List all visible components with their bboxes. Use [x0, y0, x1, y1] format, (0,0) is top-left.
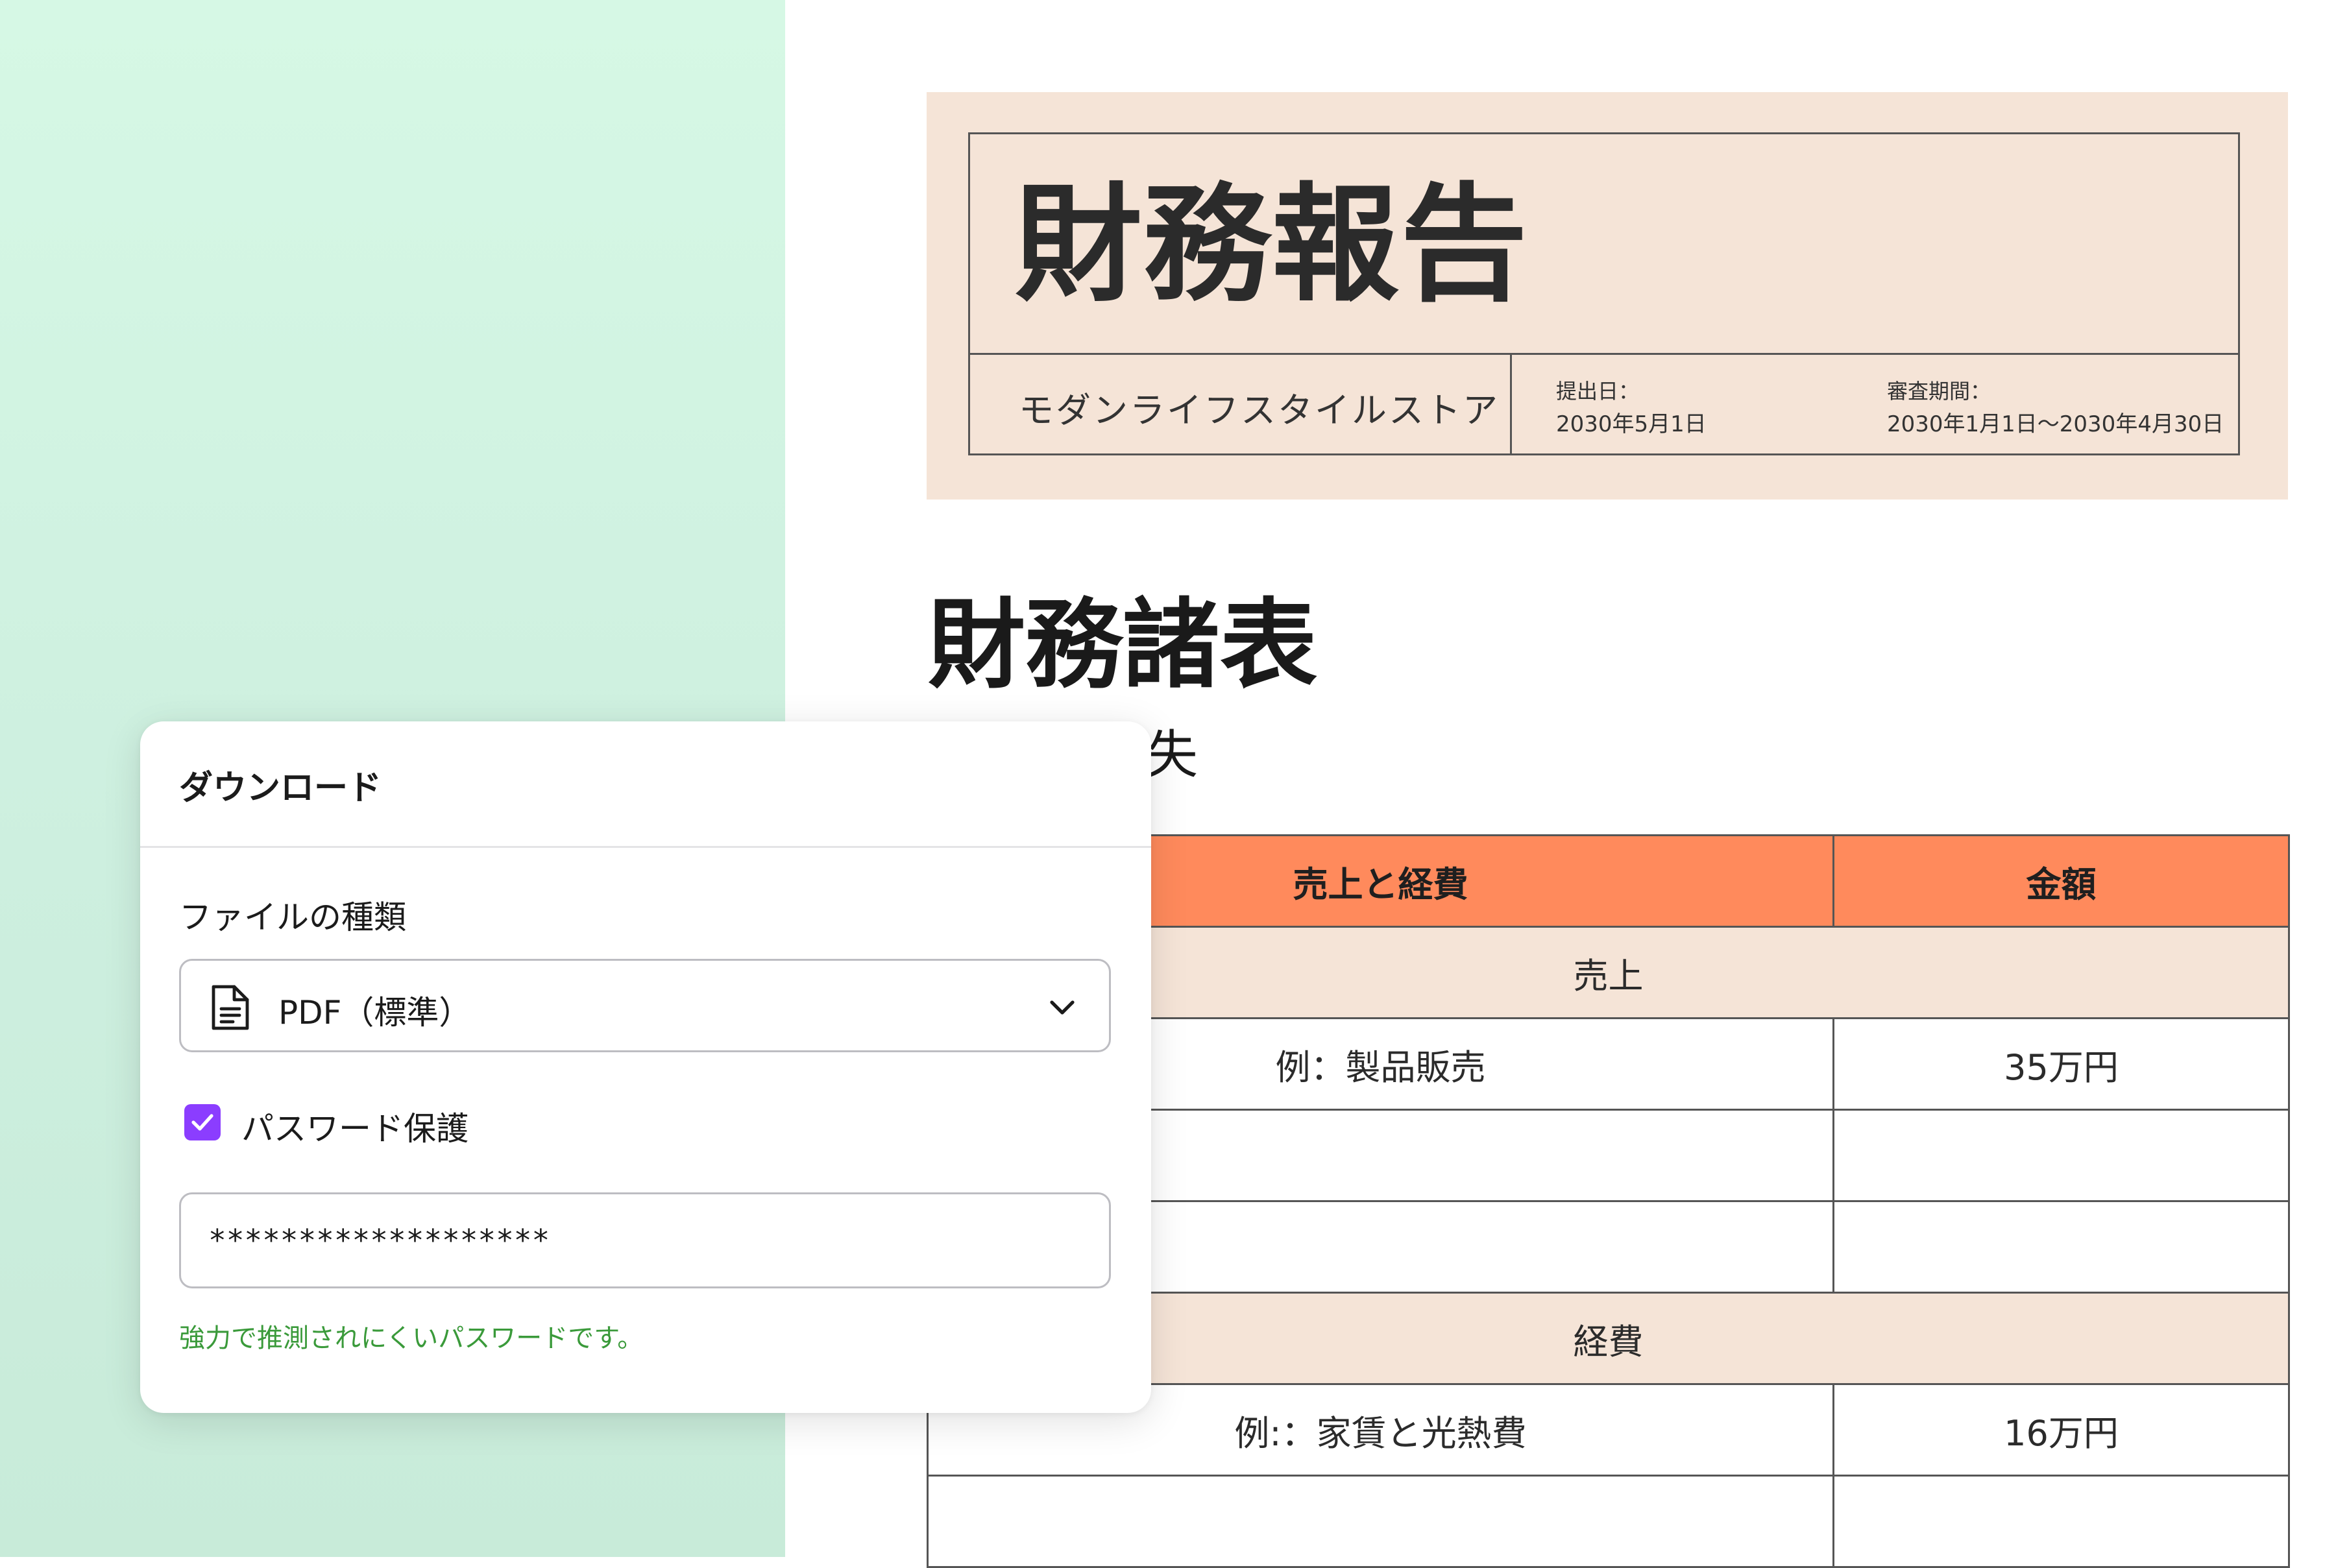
banner-divider-horizontal [968, 353, 2240, 355]
table-row [927, 1475, 2290, 1568]
file-type-label: ファイルの種類 [179, 899, 406, 936]
password-protect-label: パスワード保護 [241, 1110, 468, 1148]
banner-divider-vertical [1510, 353, 1512, 455]
submission-date-value: 2030年5月1日 [1556, 411, 1707, 437]
document-icon [210, 983, 251, 1032]
download-dialog: ダウンロード ファイルの種類 PDF（標準） パスワード保護 *********… [140, 721, 1151, 1413]
chevron-down-icon[interactable] [1048, 996, 1077, 1019]
review-period-label: 審査期間： [1887, 379, 1991, 404]
review-period-value: 2030年1月1日〜2030年4月30日 [1887, 411, 2224, 437]
table-cell-item [927, 1475, 1834, 1568]
file-type-select[interactable]: PDF（標準） [179, 959, 1111, 1052]
file-type-value: PDF（標準） [278, 994, 472, 1031]
table-cell-amount [1832, 1109, 2290, 1202]
table-cell-amount [1832, 1200, 2290, 1294]
table-cell-amount [1832, 1475, 2290, 1568]
check-icon [191, 1114, 213, 1131]
table-header-amount: 金額 [1832, 834, 2290, 928]
dialog-divider [140, 846, 1151, 848]
report-title: 財務報告 [1015, 171, 1529, 319]
section-title: 財務諸表 [928, 589, 1318, 702]
password-input[interactable] [179, 1192, 1111, 1288]
password-strength-message: 強力で推測されにくいパスワードです。 [179, 1323, 644, 1353]
password-protect-checkbox[interactable] [184, 1104, 221, 1140]
submission-date-label: 提出日： [1556, 379, 1640, 404]
section-subtitle: 失 [1146, 725, 1198, 785]
dialog-title: ダウンロード [179, 769, 382, 808]
table-cell-amount: 16万円 [1832, 1383, 2290, 1477]
table-cell-amount: 35万円 [1832, 1017, 2290, 1111]
store-name: モダンライフスタイルストア [1019, 390, 1500, 431]
